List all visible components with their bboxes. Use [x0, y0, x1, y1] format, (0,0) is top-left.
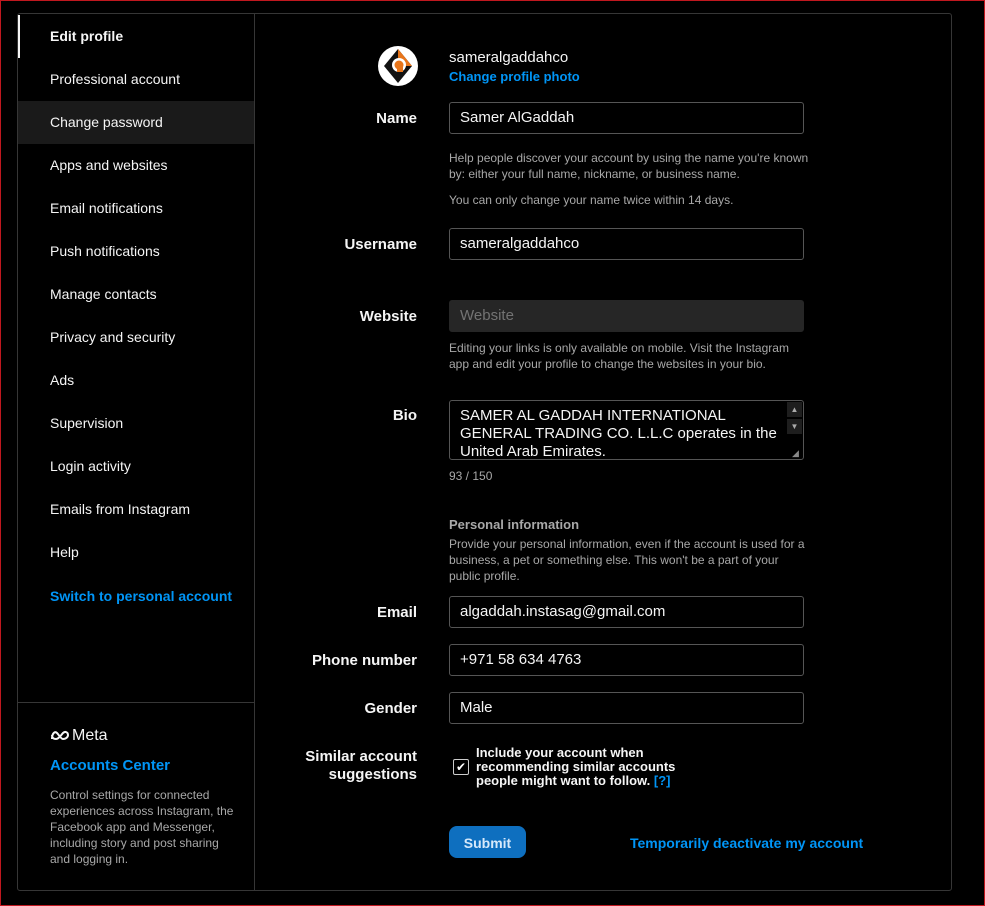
sidebar-item-manage-contacts[interactable]: Manage contacts — [18, 273, 254, 316]
bio-label: Bio — [392, 407, 417, 424]
meta-logo: Meta — [50, 727, 108, 745]
similar-suggestions-description: Include your account when recommending s… — [476, 745, 676, 788]
email-field[interactable]: algaddah.instasag@gmail.com — [449, 596, 804, 628]
username-field[interactable]: sameralgaddahco — [449, 228, 804, 260]
sidebar-item-apps-websites[interactable]: Apps and websites — [18, 144, 254, 187]
name-label: Name — [376, 110, 417, 127]
phone-label: Phone number — [311, 652, 417, 669]
meta-infinity-icon — [51, 730, 70, 741]
resize-handle-icon[interactable]: ◢ — [792, 448, 802, 458]
email-label: Email — [376, 604, 417, 621]
avatar[interactable] — [378, 46, 418, 86]
sidebar-item-push-notifications[interactable]: Push notifications — [18, 230, 254, 273]
accounts-center-box: Meta Accounts Center Control settings fo… — [18, 702, 254, 891]
sidebar-item-login-activity[interactable]: Login activity — [18, 445, 254, 488]
personal-info-title: Personal information — [449, 517, 580, 532]
personal-info-help: Provide your personal information, even … — [449, 537, 805, 583]
accounts-center-link[interactable]: Accounts Center — [50, 757, 170, 774]
username-label: Username — [344, 236, 417, 253]
bio-text: SAMER AL GADDAH INTERNATIONAL GENERAL TR… — [460, 407, 777, 460]
profile-logo-icon — [379, 47, 417, 85]
website-help-text: Editing your links is only available on … — [449, 341, 789, 371]
similar-suggestions-label-line1: Similar account — [305, 748, 417, 765]
profile-username: sameralgaddahco — [449, 49, 569, 66]
change-profile-photo-link[interactable]: Change profile photo — [449, 69, 580, 84]
similar-suggestions-checkbox[interactable]: ✔ — [453, 759, 469, 775]
name-change-limit-text: You can only change your name twice with… — [449, 193, 734, 207]
scroll-up-arrow-icon[interactable]: ▲ — [787, 402, 802, 417]
similar-suggestions-help-link[interactable]: [?] — [654, 773, 671, 788]
name-help-text: Help people discover your account by usi… — [449, 151, 809, 181]
website-field: Website — [449, 300, 804, 332]
gender-label: Gender — [364, 700, 417, 717]
sidebar-item-edit-profile[interactable]: Edit profile — [18, 15, 254, 58]
switch-personal-account-link[interactable]: Switch to personal account — [18, 575, 254, 618]
sidebar-item-emails-from-instagram[interactable]: Emails from Instagram — [18, 488, 254, 531]
gender-field[interactable]: Male — [449, 692, 804, 724]
phone-field[interactable]: +971 58 634 4763 — [449, 644, 804, 676]
sidebar-item-ads[interactable]: Ads — [18, 359, 254, 402]
edit-profile-form: sameralgaddahco Change profile photo Nam… — [255, 14, 951, 890]
deactivate-account-link[interactable]: Temporarily deactivate my account — [630, 835, 863, 851]
bio-textarea[interactable]: SAMER AL GADDAH INTERNATIONAL GENERAL TR… — [449, 400, 804, 460]
sidebar-item-privacy-security[interactable]: Privacy and security — [18, 316, 254, 359]
sidebar-item-change-password[interactable]: Change password — [18, 101, 254, 144]
sidebar-item-professional-account[interactable]: Professional account — [18, 58, 254, 101]
website-label: Website — [359, 308, 417, 325]
settings-sidebar: Edit profile Professional account Change… — [18, 14, 255, 890]
name-field[interactable]: Samer AlGaddah — [449, 102, 804, 134]
scroll-down-arrow-icon[interactable]: ▼ — [787, 419, 802, 434]
submit-button[interactable]: Submit — [449, 826, 526, 858]
sidebar-item-help[interactable]: Help — [18, 531, 254, 574]
sidebar-item-email-notifications[interactable]: Email notifications — [18, 187, 254, 230]
accounts-center-description: Control settings for connected experienc… — [50, 788, 234, 866]
bio-character-counter: 93 / 150 — [449, 469, 493, 483]
similar-suggestions-label-line2: suggestions — [328, 766, 417, 783]
meta-logo-text: Meta — [72, 727, 108, 744]
settings-panel: Edit profile Professional account Change… — [17, 13, 952, 891]
similar-suggestions-text: Include your account when recommending s… — [476, 746, 696, 788]
sidebar-item-supervision[interactable]: Supervision — [18, 402, 254, 445]
